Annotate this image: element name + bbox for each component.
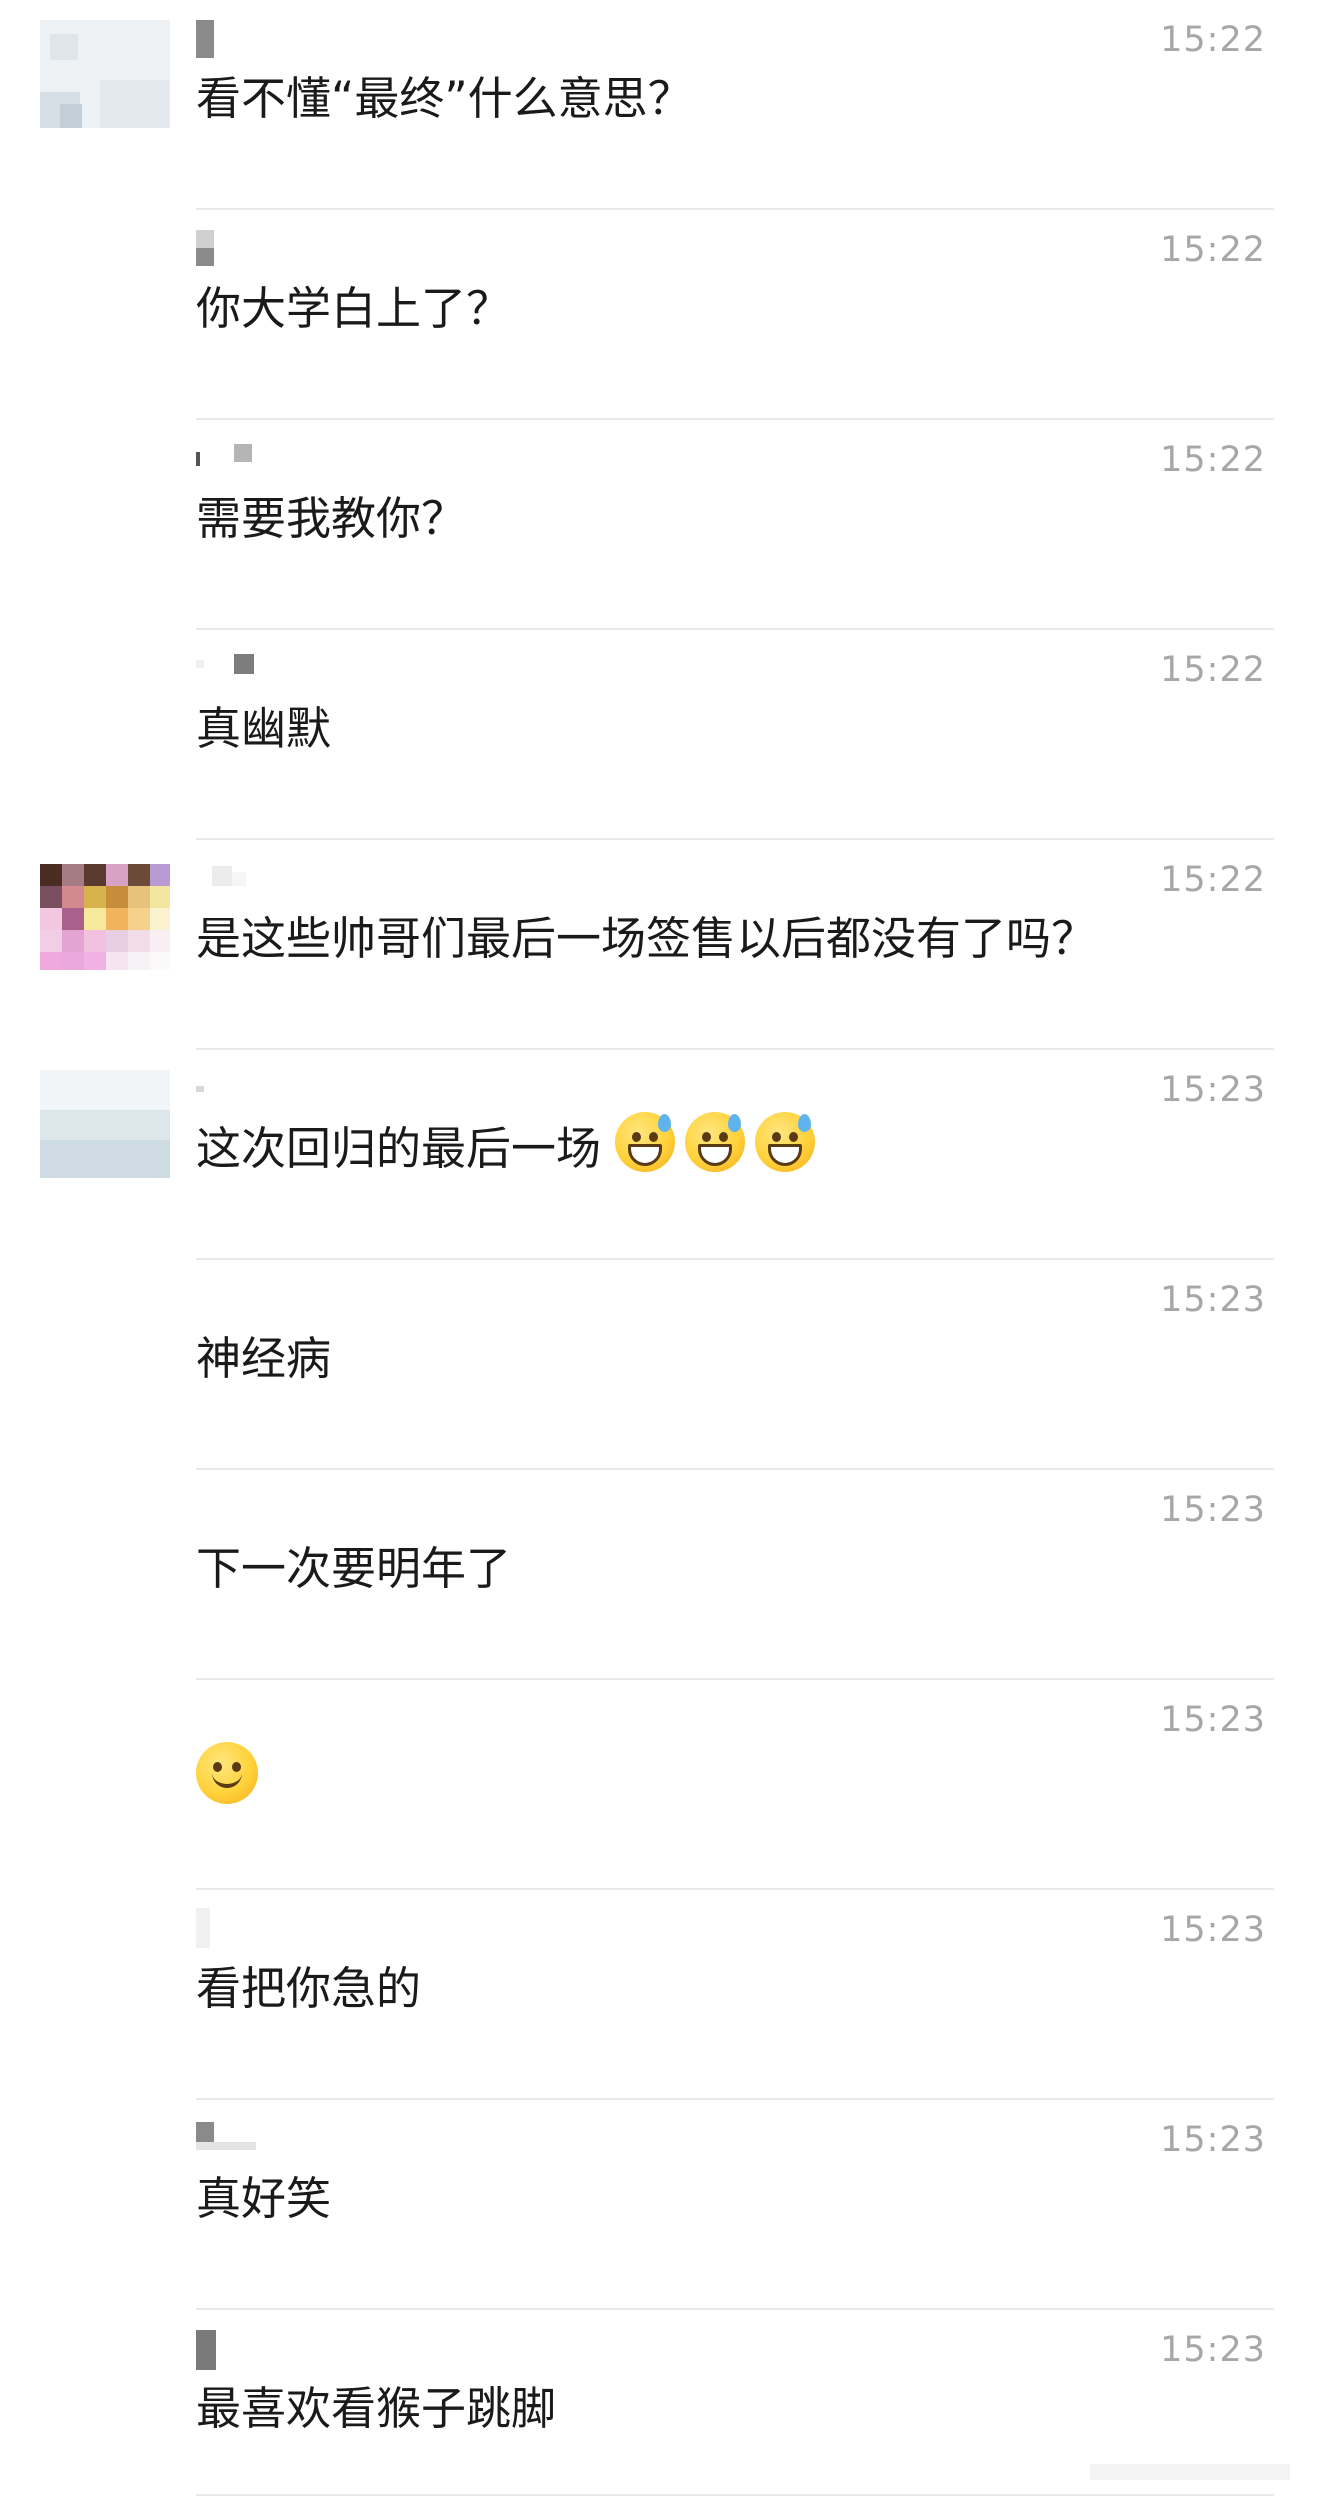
username-blurred[interactable] [196, 858, 316, 902]
username-blurred[interactable] [196, 2118, 316, 2162]
comment-text: 需要我教你？ [196, 492, 467, 545]
username-blurred[interactable] [196, 18, 316, 62]
username-blurred[interactable] [196, 2328, 316, 2372]
timestamp: 15:23 [1160, 1490, 1266, 1530]
comment-item[interactable]: 15:23 下一次要明年了 [0, 1470, 1320, 1680]
comment-item[interactable]: 15:22 真幽默 [0, 630, 1320, 840]
slight-smile-emoji [196, 1742, 258, 1804]
username-blurred[interactable] [196, 1068, 316, 1112]
timestamp: 15:23 [1160, 2120, 1266, 2160]
comment-item[interactable]: 15:23 这次回归的最后一场 [0, 1050, 1320, 1260]
sweat-smile-emoji [615, 1112, 676, 1172]
comment-item[interactable]: 15:22 需要我教你？ [0, 420, 1320, 630]
timestamp: 15:22 [1160, 650, 1266, 690]
avatar[interactable] [40, 1070, 170, 1178]
username-blurred[interactable] [196, 648, 316, 692]
comment-list: 15:22 看不懂“最终”什么意思？ 15:22 你大学白上了？ 15:22 需… [0, 0, 1320, 2500]
comment-text: 最喜欢看猴子跳脚 [196, 2382, 557, 2435]
comment-item[interactable]: 15:23 最喜欢看猴子跳脚 [0, 2310, 1320, 2500]
comment-item[interactable]: 15:23 真好笑 [0, 2100, 1320, 2310]
comment-text: 看把你急的 [196, 1962, 422, 2015]
comment-text: 神经病 [196, 1332, 332, 1385]
timestamp: 15:22 [1160, 440, 1266, 480]
comment-item[interactable]: 15:22 你大学白上了？ [0, 210, 1320, 420]
username-blurred[interactable] [196, 228, 316, 272]
timestamp: 15:23 [1160, 1910, 1266, 1950]
watermark-blurred [1050, 2452, 1300, 2492]
sweat-smile-emoji [685, 1112, 746, 1172]
timestamp: 15:23 [1160, 1070, 1266, 1110]
timestamp: 15:22 [1160, 230, 1266, 270]
timestamp: 15:23 [1160, 2330, 1266, 2370]
comment-item[interactable]: 15:23 [0, 1680, 1320, 1890]
comment-text: 看不懂“最终”什么意思？ [196, 72, 693, 125]
comment-item[interactable]: 15:22 是这些帅哥们最后一场签售以后都没有了吗？ [0, 840, 1320, 1050]
timestamp: 15:22 [1160, 20, 1266, 60]
avatar[interactable] [40, 20, 170, 128]
comment-text: 下一次要明年了 [196, 1542, 512, 1595]
timestamp: 15:23 [1160, 1280, 1266, 1320]
divider [196, 2494, 1274, 2496]
comment-item[interactable]: 15:23 看把你急的 [0, 1890, 1320, 2100]
username-blurred[interactable] [196, 1908, 316, 1952]
comment-text: 真好笑 [196, 2172, 332, 2225]
comment-text [196, 1742, 268, 1807]
comment-item[interactable]: 15:23 神经病 [0, 1260, 1320, 1470]
comment-text-content: 这次回归的最后一场 [196, 1122, 602, 1175]
comment-text: 是这些帅哥们最后一场签售以后都没有了吗？ [196, 912, 1097, 965]
sweat-smile-emoji [755, 1112, 816, 1172]
timestamp: 15:23 [1160, 1700, 1266, 1740]
comment-item[interactable]: 15:22 看不懂“最终”什么意思？ [0, 0, 1320, 210]
username-blurred[interactable] [196, 438, 316, 482]
comment-text: 这次回归的最后一场 [196, 1112, 825, 1177]
comment-text: 真幽默 [196, 702, 332, 755]
timestamp: 15:22 [1160, 860, 1266, 900]
comment-text: 你大学白上了？ [196, 282, 512, 335]
avatar[interactable] [40, 864, 170, 970]
